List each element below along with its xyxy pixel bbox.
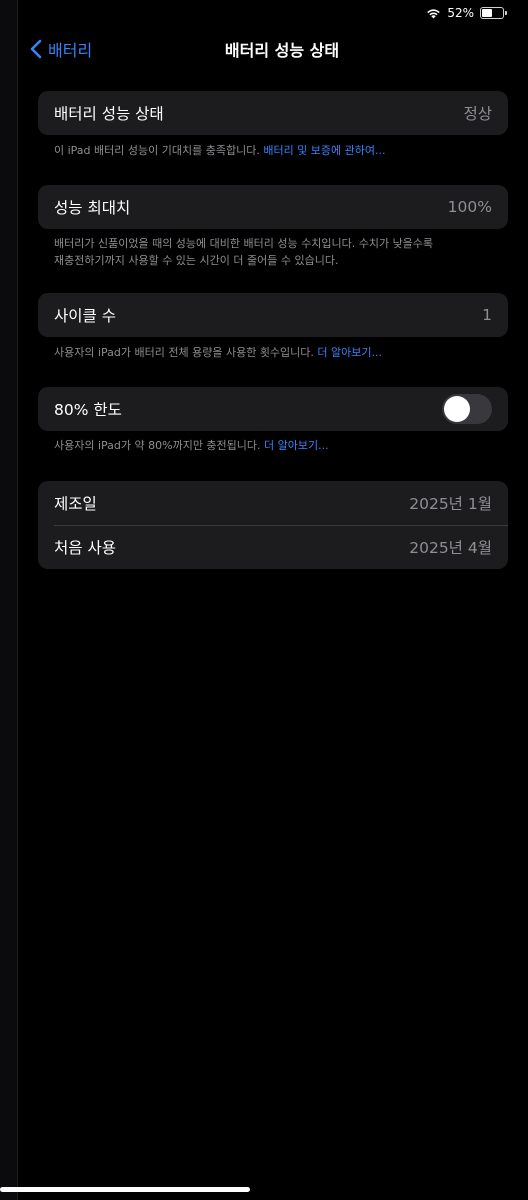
limit-80-toggle[interactable] — [442, 394, 492, 424]
home-indicator[interactable] — [0, 1187, 250, 1192]
cycle-count-note-text: 사용자의 iPad가 배터리 전체 용량을 사용한 횟수입니다. — [54, 346, 318, 359]
navigation-bar: 배터리 배터리 성능 상태 — [18, 30, 528, 68]
cycle-count-note: 사용자의 iPad가 배터리 전체 용량을 사용한 횟수입니다. 더 알아보기.… — [54, 344, 494, 361]
battery-health-note-text: 이 iPad 배터리 성능이 기대치를 충족합니다. — [54, 144, 264, 157]
sidebar-edge — [0, 0, 18, 1200]
cycle-count-learn-more-link[interactable]: 더 알아보기... — [317, 346, 382, 359]
max-capacity-label: 성능 최대치 — [54, 199, 131, 217]
first-use-label: 처음 사용 — [54, 539, 116, 557]
battery-health-row: 배터리 성능 상태 정상 — [38, 91, 508, 135]
max-capacity-note: 배터리가 신품이었을 때의 성능에 대비한 배터리 성능 수치입니다. 수치가 … — [54, 235, 494, 269]
page-title: 배터리 성능 상태 — [224, 41, 340, 60]
battery-percent: 52% — [447, 6, 474, 20]
cycle-count-value: 1 — [482, 306, 492, 324]
battery-health-value: 정상 — [463, 105, 492, 123]
limit-80-label: 80% 한도 — [54, 401, 122, 419]
dates-group: 제조일 2025년 1월 처음 사용 2025년 4월 — [38, 481, 508, 569]
cycle-count-row: 사이클 수 1 — [38, 293, 508, 337]
manufactured-value: 2025년 1월 — [409, 495, 492, 513]
cycle-count-group: 사이클 수 1 — [38, 293, 508, 337]
limit-80-group: 80% 한도 — [38, 387, 508, 431]
limit-80-learn-more-link[interactable]: 더 알아보기... — [264, 439, 329, 452]
battery-warranty-link[interactable]: 배터리 및 보증에 관하여... — [263, 144, 385, 157]
limit-80-note: 사용자의 iPad가 약 80%까지만 충전됩니다. 더 알아보기... — [54, 437, 494, 454]
max-capacity-row: 성능 최대치 100% — [38, 185, 508, 229]
manufactured-label: 제조일 — [54, 495, 97, 513]
battery-health-note: 이 iPad 배터리 성능이 기대치를 충족합니다. 배터리 및 보증에 관하여… — [54, 142, 494, 159]
manufactured-row: 제조일 2025년 1월 — [38, 481, 508, 525]
limit-80-note-text: 사용자의 iPad가 약 80%까지만 충전됩니다. — [54, 439, 265, 452]
cycle-count-label: 사이클 수 — [54, 307, 116, 325]
max-capacity-note-line2: 재충전하기까지 사용할 수 있는 시간이 더 줄어들 수 있습니다. — [54, 254, 339, 267]
battery-icon — [480, 7, 507, 19]
max-capacity-value: 100% — [447, 198, 492, 216]
max-capacity-note-line1: 배터리가 신품이었을 때의 성능에 대비한 배터리 성능 수치입니다. 수치가 … — [54, 237, 434, 250]
battery-health-group: 배터리 성능 상태 정상 — [38, 91, 508, 135]
first-use-row: 처음 사용 2025년 4월 — [38, 525, 508, 569]
first-use-value: 2025년 4월 — [409, 539, 492, 557]
toggle-knob — [444, 396, 470, 422]
battery-health-label: 배터리 성능 상태 — [54, 105, 164, 123]
status-bar: 52% — [328, 0, 528, 26]
limit-80-row: 80% 한도 — [38, 387, 508, 431]
wifi-icon — [427, 9, 441, 19]
max-capacity-group: 성능 최대치 100% — [38, 185, 508, 229]
